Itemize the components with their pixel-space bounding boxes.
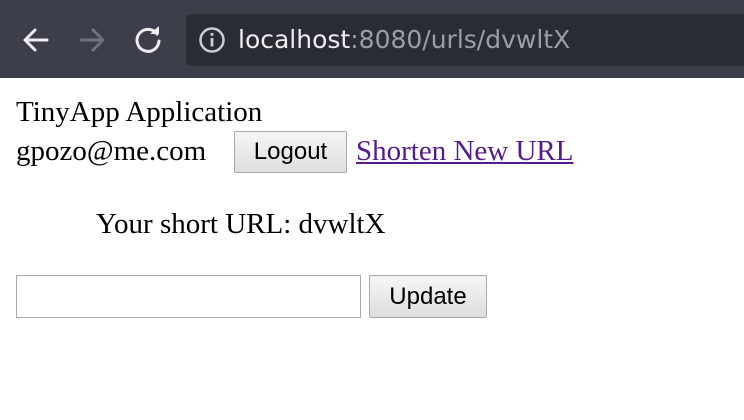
browser-toolbar: localhost:8080/urls/dvwltX <box>0 0 744 78</box>
short-url-text: Your short URL: dvwltX <box>96 208 386 240</box>
reload-icon <box>135 26 161 53</box>
shorten-new-url-link[interactable]: Shorten New URL <box>356 133 573 169</box>
url-path: :8080/urls/dvwltX <box>350 25 571 54</box>
update-button[interactable]: Update <box>369 275 487 318</box>
url-host: localhost <box>238 25 351 54</box>
reload-button[interactable] <box>128 20 168 60</box>
app-title: TinyApp Application <box>16 96 263 128</box>
user-email: gpozo@me.com <box>16 135 207 167</box>
address-bar[interactable]: localhost:8080/urls/dvwltX <box>186 14 744 66</box>
back-button[interactable] <box>16 20 56 60</box>
page-content: TinyApp Application gpozo@me.com Logout … <box>0 78 744 420</box>
long-url-input[interactable] <box>16 275 361 318</box>
logout-button[interactable]: Logout <box>234 131 347 173</box>
arrow-left-icon <box>23 28 49 52</box>
arrow-right-icon <box>79 28 105 52</box>
info-icon[interactable] <box>198 26 226 54</box>
forward-button[interactable] <box>72 20 112 60</box>
url-text[interactable]: localhost:8080/urls/dvwltX <box>238 23 570 57</box>
